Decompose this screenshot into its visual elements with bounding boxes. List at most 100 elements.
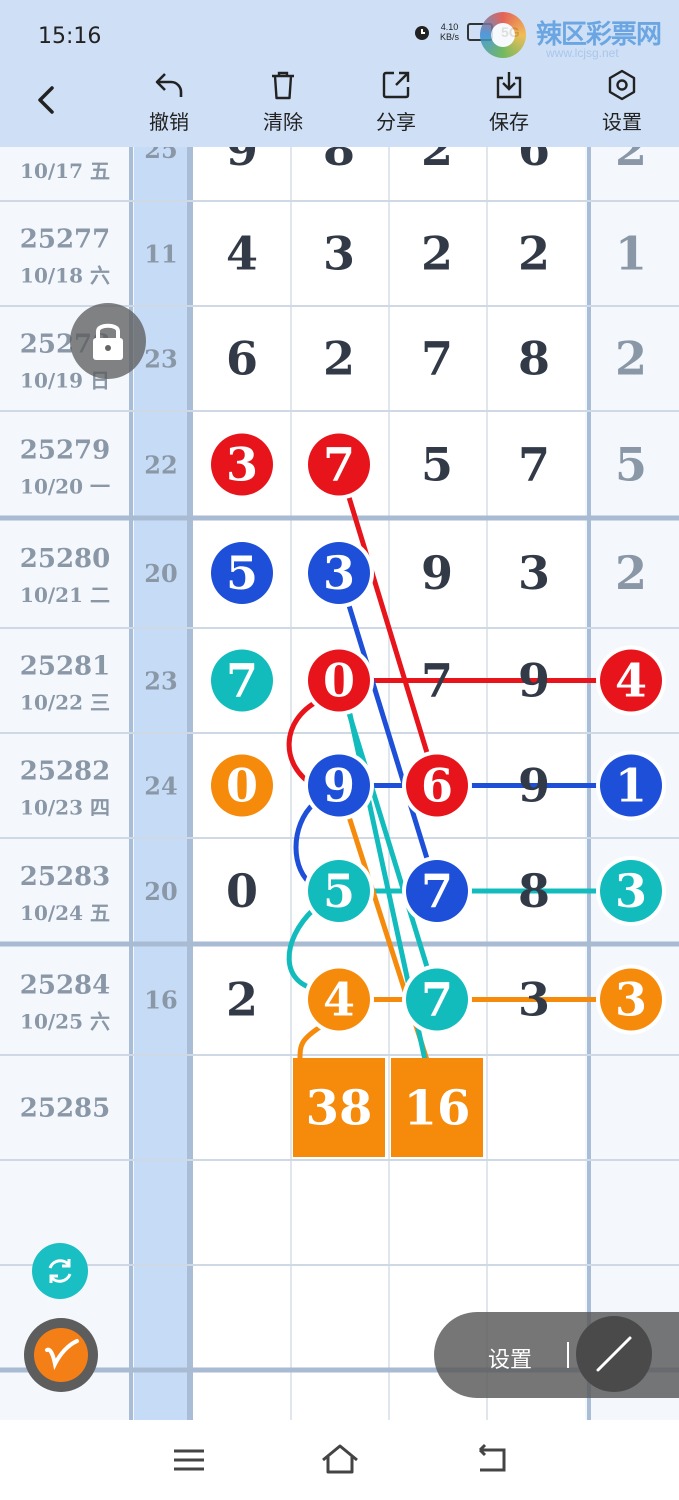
undo-icon [155,73,183,97]
period-date: 10/23 四 [20,796,110,820]
digit: 9 [518,759,550,813]
settings-label: 设置 [602,110,642,134]
ball-digit: 3 [615,973,647,1027]
line-tool-button[interactable] [576,1316,652,1392]
ball-digit: 1 [615,759,647,813]
sum-value: 23 [144,667,177,696]
settings-pill-divider [567,1342,569,1368]
ball-digit: 4 [323,973,355,1027]
settings-button[interactable]: 设置 [587,68,657,135]
period-number: 25277 [20,225,110,255]
watermark-logo [480,12,526,58]
toolbar: 撤销 清除 分享 保存 设置 [0,62,679,147]
prediction-value: 16 [404,1081,471,1137]
refresh-button[interactable] [32,1243,88,1299]
digit: 8 [518,332,550,386]
ball-digit: 7 [421,973,453,1027]
digit: 3 [323,227,355,281]
clear-label: 清除 [263,110,303,134]
digit: 3 [518,973,550,1027]
lock-button[interactable] [70,303,146,379]
sum-value: 11 [144,240,177,269]
menu-icon[interactable] [164,1438,214,1482]
extra-digit: 1 [615,227,647,281]
refresh-icon [48,1259,72,1283]
digit: 7 [518,438,550,492]
sum-value: 22 [144,451,177,480]
back-nav-icon[interactable] [466,1438,516,1482]
ball-digit: 7 [323,438,355,492]
period-date: 10/18 六 [20,264,110,288]
digit: 9 [226,147,258,176]
ball-digit: 0 [226,759,258,813]
period-number: 25280 [20,544,110,574]
digit: 6 [518,147,550,176]
digit: 7 [421,654,453,708]
pen-icon [45,1339,79,1371]
prediction-value: 38 [306,1081,373,1137]
extra-digit: 2 [615,332,647,386]
digit: 8 [518,864,550,918]
digit: 0 [226,864,258,918]
digit: 8 [323,147,355,176]
share-button[interactable]: 分享 [361,68,431,135]
period-number: 25283 [20,862,110,892]
period-date: 10/22 三 [20,691,110,715]
period-date: 10/25 六 [20,1010,110,1034]
lock-icon [93,323,123,360]
ball-digit: 5 [323,864,355,918]
save-button[interactable]: 保存 [474,68,544,135]
period-number: 25284 [20,971,110,1001]
ball-digit: 3 [323,546,355,600]
ball-digit: 7 [421,864,453,918]
ball-digit: 0 [323,654,355,708]
sum-value: 20 [144,559,177,588]
period-number: 25279 [20,436,110,466]
digit: 6 [226,332,258,386]
period-number: 25282 [20,757,110,787]
sum-value: 24 [144,772,177,801]
digit: 5 [421,438,453,492]
watermark: 辣区彩票网 www.lcjsg.net [480,12,679,62]
sum-value: 25 [144,147,177,164]
digit: 3 [518,546,550,600]
sum-value: 20 [144,877,177,906]
net-speed: 4.10 KB/s [440,22,460,42]
ball-digit: 7 [226,654,258,708]
watermark-url: www.lcjsg.net [546,46,619,60]
digit: 2 [323,332,355,386]
digit: 2 [421,147,453,176]
back-button[interactable] [28,80,68,120]
extra-digit: 2 [615,147,647,176]
ball-digit: 3 [615,864,647,918]
trash-icon [272,71,294,100]
status-time: 15:16 [38,24,102,49]
ball-digit: 6 [421,759,453,813]
digit: 7 [421,332,453,386]
digit: 2 [518,227,550,281]
period-number: 25281 [20,652,110,682]
period-date: 10/24 五 [20,901,110,925]
sum-value: 16 [144,986,177,1015]
sum-value: 23 [144,345,177,374]
digit: 9 [518,654,550,708]
settings-pill-label: 设置 [488,1348,533,1373]
line-tool-icon [596,1336,632,1372]
ball-digit: 5 [226,546,258,600]
settings-pill[interactable]: 设置 [434,1312,679,1398]
system-nav-bar [0,1420,679,1500]
digit: 2 [226,973,258,1027]
alarm-icon [415,26,429,40]
period-date: 10/21 二 [20,583,110,607]
extra-digit: 2 [615,546,647,600]
share-label: 分享 [376,110,416,134]
period-date: 10/17 五 [20,159,110,183]
undo-button[interactable]: 撤销 [134,68,204,135]
digit: 9 [421,546,453,600]
ball-digit: 4 [615,654,647,708]
home-icon[interactable] [315,1438,365,1482]
period-number: 25 [47,147,83,150]
clear-button[interactable]: 清除 [248,68,318,135]
save-label: 保存 [489,110,529,134]
draw-tool-button[interactable] [24,1318,98,1392]
